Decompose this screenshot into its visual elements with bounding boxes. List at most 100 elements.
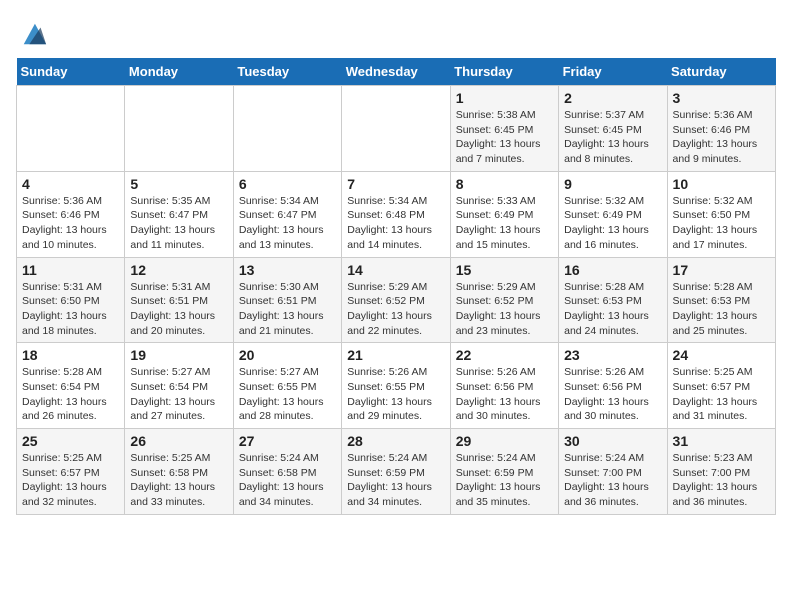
day-info: Sunrise: 5:36 AM Sunset: 6:46 PM Dayligh… [22,194,119,253]
day-number: 27 [239,433,336,449]
day-number: 14 [347,262,444,278]
calendar-cell: 6 Sunrise: 5:34 AM Sunset: 6:47 PM Daylig… [233,171,341,257]
logo-icon [20,20,48,48]
header-day-tuesday: Tuesday [233,58,341,86]
day-info: Sunrise: 5:24 AM Sunset: 6:58 PM Dayligh… [239,451,336,510]
calendar-cell: 21 Sunrise: 5:26 AM Sunset: 6:55 PM Dayli… [342,343,450,429]
day-number: 30 [564,433,661,449]
day-info: Sunrise: 5:28 AM Sunset: 6:54 PM Dayligh… [22,365,119,424]
calendar-cell: 23 Sunrise: 5:26 AM Sunset: 6:56 PM Dayli… [559,343,667,429]
calendar-week-4: 18 Sunrise: 5:28 AM Sunset: 6:54 PM Dayli… [17,343,776,429]
calendar-week-2: 4 Sunrise: 5:36 AM Sunset: 6:46 PM Daylig… [17,171,776,257]
calendar-cell: 25 Sunrise: 5:25 AM Sunset: 6:57 PM Dayli… [17,429,125,515]
calendar-cell: 20 Sunrise: 5:27 AM Sunset: 6:55 PM Dayli… [233,343,341,429]
calendar-cell [342,86,450,172]
day-info: Sunrise: 5:31 AM Sunset: 6:51 PM Dayligh… [130,280,227,339]
day-info: Sunrise: 5:34 AM Sunset: 6:48 PM Dayligh… [347,194,444,253]
day-number: 9 [564,176,661,192]
header-day-thursday: Thursday [450,58,558,86]
calendar-cell: 13Sunrise: 5:30 AM Sunset: 6:51 PM Dayli… [233,257,341,343]
calendar-cell: 29 Sunrise: 5:24 AM Sunset: 6:59 PM Dayli… [450,429,558,515]
day-number: 23 [564,347,661,363]
day-info: Sunrise: 5:26 AM Sunset: 6:55 PM Dayligh… [347,365,444,424]
day-number: 25 [22,433,119,449]
day-number: 28 [347,433,444,449]
day-number: 8 [456,176,553,192]
day-number: 24 [673,347,770,363]
calendar-cell: 14Sunrise: 5:29 AM Sunset: 6:52 PM Dayli… [342,257,450,343]
day-number: 7 [347,176,444,192]
day-number: 17 [673,262,770,278]
day-number: 29 [456,433,553,449]
calendar-cell: 16 Sunrise: 5:28 AM Sunset: 6:53 PM Dayli… [559,257,667,343]
day-info: Sunrise: 5:25 AM Sunset: 6:58 PM Dayligh… [130,451,227,510]
calendar-cell [125,86,233,172]
day-number: 19 [130,347,227,363]
day-number: 2 [564,90,661,106]
header-day-monday: Monday [125,58,233,86]
calendar-cell: 22Sunrise: 5:26 AM Sunset: 6:56 PM Dayli… [450,343,558,429]
calendar-cell: 15 Sunrise: 5:29 AM Sunset: 6:52 PM Dayli… [450,257,558,343]
day-info: Sunrise: 5:31 AM Sunset: 6:50 PM Dayligh… [22,280,119,339]
calendar-cell: 5 Sunrise: 5:35 AM Sunset: 6:47 PM Daylig… [125,171,233,257]
calendar-week-1: 1Sunrise: 5:38 AM Sunset: 6:45 PM Daylig… [17,86,776,172]
day-info: Sunrise: 5:34 AM Sunset: 6:47 PM Dayligh… [239,194,336,253]
day-info: Sunrise: 5:33 AM Sunset: 6:49 PM Dayligh… [456,194,553,253]
calendar-cell: 7 Sunrise: 5:34 AM Sunset: 6:48 PM Daylig… [342,171,450,257]
day-info: Sunrise: 5:27 AM Sunset: 6:55 PM Dayligh… [239,365,336,424]
calendar-cell: 18 Sunrise: 5:28 AM Sunset: 6:54 PM Dayli… [17,343,125,429]
header-day-friday: Friday [559,58,667,86]
day-info: Sunrise: 5:29 AM Sunset: 6:52 PM Dayligh… [456,280,553,339]
calendar-cell [17,86,125,172]
calendar-cell: 10 Sunrise: 5:32 AM Sunset: 6:50 PM Dayli… [667,171,775,257]
day-number: 10 [673,176,770,192]
day-info: Sunrise: 5:25 AM Sunset: 6:57 PM Dayligh… [22,451,119,510]
day-number: 4 [22,176,119,192]
day-info: Sunrise: 5:28 AM Sunset: 6:53 PM Dayligh… [564,280,661,339]
day-info: Sunrise: 5:35 AM Sunset: 6:47 PM Dayligh… [130,194,227,253]
calendar-cell: 3Sunrise: 5:36 AM Sunset: 6:46 PM Daylig… [667,86,775,172]
day-number: 13 [239,262,336,278]
calendar-cell: 17 Sunrise: 5:28 AM Sunset: 6:53 PM Dayli… [667,257,775,343]
calendar-week-3: 11 Sunrise: 5:31 AM Sunset: 6:50 PM Dayli… [17,257,776,343]
calendar-cell: 28 Sunrise: 5:24 AM Sunset: 6:59 PM Dayli… [342,429,450,515]
calendar-body: 1Sunrise: 5:38 AM Sunset: 6:45 PM Daylig… [17,86,776,515]
calendar-cell: 11 Sunrise: 5:31 AM Sunset: 6:50 PM Dayli… [17,257,125,343]
calendar-cell [233,86,341,172]
day-number: 6 [239,176,336,192]
calendar-week-5: 25 Sunrise: 5:25 AM Sunset: 6:57 PM Dayli… [17,429,776,515]
day-number: 31 [673,433,770,449]
day-number: 18 [22,347,119,363]
header-day-sunday: Sunday [17,58,125,86]
day-info: Sunrise: 5:26 AM Sunset: 6:56 PM Dayligh… [564,365,661,424]
calendar-cell: 8 Sunrise: 5:33 AM Sunset: 6:49 PM Daylig… [450,171,558,257]
calendar-cell: 2Sunrise: 5:37 AM Sunset: 6:45 PM Daylig… [559,86,667,172]
day-number: 21 [347,347,444,363]
day-number: 12 [130,262,227,278]
calendar-cell: 27 Sunrise: 5:24 AM Sunset: 6:58 PM Dayli… [233,429,341,515]
day-number: 11 [22,262,119,278]
day-number: 20 [239,347,336,363]
day-info: Sunrise: 5:32 AM Sunset: 6:50 PM Dayligh… [673,194,770,253]
day-number: 1 [456,90,553,106]
header-day-saturday: Saturday [667,58,775,86]
calendar-cell: 31Sunrise: 5:23 AM Sunset: 7:00 PM Dayli… [667,429,775,515]
calendar-cell: 19Sunrise: 5:27 AM Sunset: 6:54 PM Dayli… [125,343,233,429]
calendar-cell: 12 Sunrise: 5:31 AM Sunset: 6:51 PM Dayli… [125,257,233,343]
day-number: 5 [130,176,227,192]
calendar-cell: 26Sunrise: 5:25 AM Sunset: 6:58 PM Dayli… [125,429,233,515]
day-number: 22 [456,347,553,363]
day-info: Sunrise: 5:32 AM Sunset: 6:49 PM Dayligh… [564,194,661,253]
day-info: Sunrise: 5:24 AM Sunset: 7:00 PM Dayligh… [564,451,661,510]
calendar-header-row: SundayMondayTuesdayWednesdayThursdayFrid… [17,58,776,86]
day-info: Sunrise: 5:24 AM Sunset: 6:59 PM Dayligh… [347,451,444,510]
day-info: Sunrise: 5:24 AM Sunset: 6:59 PM Dayligh… [456,451,553,510]
day-number: 16 [564,262,661,278]
day-number: 3 [673,90,770,106]
header [16,16,776,48]
day-info: Sunrise: 5:28 AM Sunset: 6:53 PM Dayligh… [673,280,770,339]
day-number: 15 [456,262,553,278]
calendar-cell: 30 Sunrise: 5:24 AM Sunset: 7:00 PM Dayli… [559,429,667,515]
day-info: Sunrise: 5:25 AM Sunset: 6:57 PM Dayligh… [673,365,770,424]
calendar-cell: 1Sunrise: 5:38 AM Sunset: 6:45 PM Daylig… [450,86,558,172]
